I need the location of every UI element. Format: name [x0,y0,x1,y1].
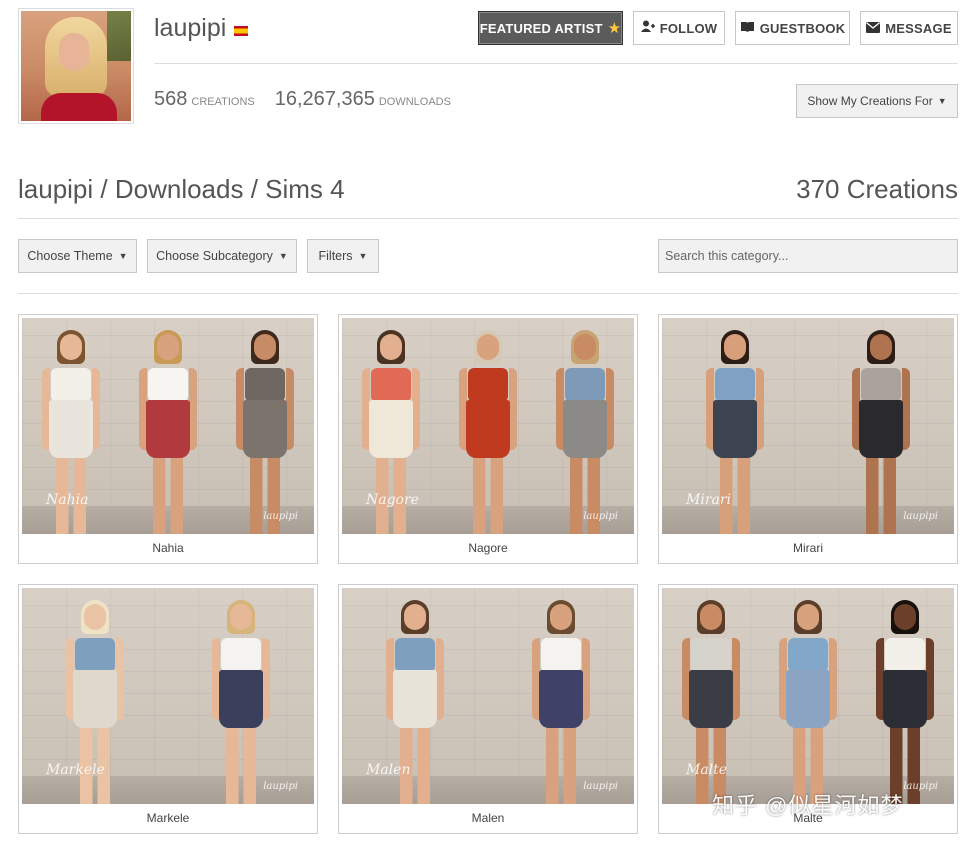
model-figure [531,600,591,804]
message-button[interactable]: MESSAGE [860,11,958,45]
filters-label: Filters [318,249,353,263]
thumbnail-watermark-name: Markele [46,762,105,778]
creation-thumbnail[interactable]: Markele laupipi [22,588,314,804]
creation-thumbnail[interactable]: Malte laupipi [662,588,954,804]
choose-subcategory-dropdown[interactable]: Choose Subcategory ▼ [147,239,297,273]
user-plus-icon [640,20,655,36]
model-figure [778,600,838,804]
creation-card[interactable]: Malen laupipi Malen [338,584,638,834]
model-figure [851,330,911,534]
model-figure [875,600,935,804]
creation-thumbnail[interactable]: Mirari laupipi [662,318,954,534]
profile-avatar[interactable] [18,8,134,124]
model-figure [211,600,271,804]
creation-card[interactable]: Mirari laupipi Mirari [658,314,958,564]
book-icon [740,21,755,36]
filters-dropdown[interactable]: Filters ▼ [307,239,379,273]
thumbnail-watermark-brand: laupipi [583,511,618,522]
caret-down-icon: ▼ [937,96,947,106]
profile-stats: 568 Creations 16,267,365 Downloads [154,88,451,111]
creation-card[interactable]: Nagore laupipi Nagore [338,314,638,564]
creations-stat: 568 Creations [154,88,255,111]
thumbnail-watermark-brand: laupipi [903,781,938,792]
thumbnail-watermark-name: Nahia [46,492,89,508]
choose-theme-label: Choose Theme [27,249,113,263]
featured-artist-label: FEATURED ARTIST [479,20,603,36]
creation-card[interactable]: Nahia laupipi Nahia [18,314,318,564]
avatar-image [21,11,131,121]
creation-card[interactable]: Markele laupipi Markele [18,584,318,834]
downloads-label: Downloads [378,96,451,108]
model-figure [555,330,615,534]
featured-artist-button[interactable]: FEATURED ARTIST ★ [478,11,623,45]
category-search-input[interactable] [658,239,958,273]
star-icon: ★ [607,20,622,37]
envelope-icon [866,21,881,36]
creation-title[interactable]: Nahia [19,541,317,555]
choose-theme-dropdown[interactable]: Choose Theme ▼ [18,239,137,273]
show-creations-for-dropdown[interactable]: Show My Creations For ▼ [796,84,958,118]
creation-title[interactable]: Nagore [339,541,637,555]
filters-divider [18,293,958,294]
follow-button[interactable]: FOLLOW [633,11,725,45]
thumbnail-watermark-brand: laupipi [583,781,618,792]
model-figure [458,330,518,534]
show-creations-label: Show My Creations For [807,94,933,108]
profile-username[interactable]: laupipi [154,14,249,43]
caret-down-icon: ▼ [358,251,368,261]
thumbnail-watermark-brand: laupipi [903,511,938,522]
creation-title[interactable]: Markele [19,811,317,825]
creations-label: Creations [191,96,255,108]
model-figure [235,330,295,534]
downloads-stat: 16,267,365 Downloads [275,88,451,111]
breadcrumb[interactable]: laupipi / Downloads / Sims 4 [18,174,345,205]
breadcrumb-divider [18,218,958,219]
creation-thumbnail[interactable]: Nahia laupipi [22,318,314,534]
creation-thumbnail[interactable]: Malen laupipi [342,588,634,804]
thumbnail-watermark-brand: laupipi [263,511,298,522]
caret-down-icon: ▼ [118,251,128,261]
username-text[interactable]: laupipi [154,14,226,43]
thumbnail-watermark-name: Malen [366,762,411,778]
downloads-count: 16,267,365 [274,88,375,110]
caret-down-icon: ▼ [278,251,288,261]
thumbnail-watermark-name: Malte [686,762,728,778]
creation-title[interactable]: Mirari [659,541,957,555]
results-count: 370 Creations [796,174,958,204]
creation-thumbnail[interactable]: Nagore laupipi [342,318,634,534]
thumbnail-watermark-name: Nagore [366,492,419,508]
thumbnail-watermark-name: Mirari [686,492,732,508]
creation-title[interactable]: Malen [339,811,637,825]
overlay-watermark: 知乎 @似星河如梦 [712,793,904,818]
guestbook-label: GUESTBOOK [759,20,846,36]
model-figure [138,330,198,534]
thumbnail-watermark-brand: laupipi [263,781,298,792]
follow-label: FOLLOW [659,20,718,36]
header-divider [154,63,958,64]
guestbook-button[interactable]: GUESTBOOK [735,11,850,45]
message-label: MESSAGE [885,20,952,36]
spain-flag-icon [234,25,249,36]
creations-count: 568 [154,88,188,110]
choose-subcategory-label: Choose Subcategory [156,249,273,263]
